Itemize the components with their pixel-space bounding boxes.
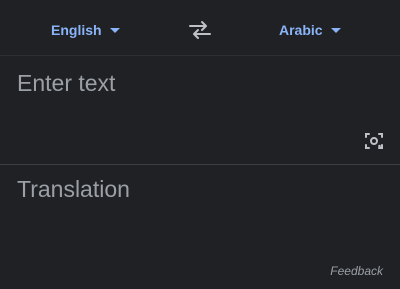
- feedback-link[interactable]: Feedback: [330, 264, 383, 278]
- caret-down-icon: [109, 27, 120, 33]
- translate-widget: English Arabic Translation Feedback: [0, 0, 400, 289]
- source-text-input[interactable]: [14, 66, 360, 100]
- target-language-selector[interactable]: Arabic: [279, 21, 341, 39]
- target-language-label: Arabic: [279, 22, 323, 38]
- swap-languages-icon[interactable]: [186, 18, 214, 42]
- translation-output: Translation: [17, 176, 130, 202]
- caret-down-icon: [330, 27, 341, 33]
- source-text-panel: [0, 56, 400, 165]
- language-bar: English Arabic: [0, 0, 400, 56]
- source-language-selector[interactable]: English: [51, 21, 120, 39]
- source-language-label: English: [51, 22, 102, 38]
- camera-lens-icon[interactable]: [362, 129, 386, 153]
